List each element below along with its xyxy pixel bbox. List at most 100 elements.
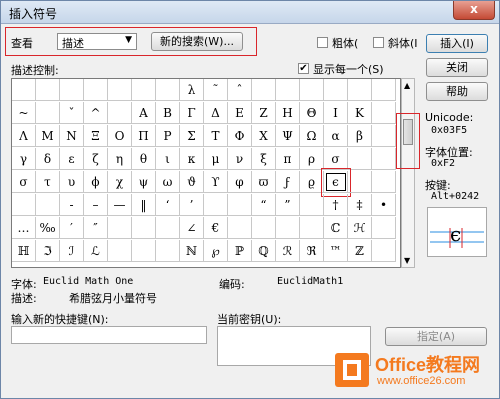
symbol-cell[interactable]: Ξ <box>84 125 108 147</box>
symbol-grid[interactable]: λ ˜ ˆ ~ ˇ ^ A B Γ Δ E Z H Θ I K Λ M N Ξ O Π P Σ T Φ X Ψ Ωα β γ δ ε ζ η θ ι κ μ… <box>11 78 401 268</box>
symbol-cell[interactable]: η <box>108 148 132 170</box>
symbol-cell[interactable]: T <box>204 125 228 147</box>
symbol-cell[interactable]: ℍ <box>12 240 36 262</box>
symbol-cell[interactable]: P <box>156 125 180 147</box>
symbol-cell[interactable] <box>132 79 156 101</box>
symbol-cell[interactable] <box>348 79 372 101</box>
symbol-cell[interactable]: Σ <box>180 125 204 147</box>
symbol-cell[interactable] <box>36 194 60 216</box>
symbol-cell[interactable]: ‘ <box>156 194 180 216</box>
symbol-cell[interactable]: X <box>252 125 276 147</box>
symbol-cell[interactable]: λ <box>180 79 204 101</box>
symbol-cell[interactable]: χ <box>108 171 132 193</box>
symbol-cell[interactable] <box>372 148 396 170</box>
symbol-cell[interactable]: ω <box>156 171 180 193</box>
symbol-cell[interactable]: B <box>156 102 180 124</box>
symbol-cell[interactable] <box>252 79 276 101</box>
symbol-cell[interactable]: ℜ <box>300 240 324 262</box>
symbol-cell[interactable]: ′ <box>60 217 84 239</box>
symbol-cell[interactable] <box>276 79 300 101</box>
symbol-cell[interactable]: ˆ <box>228 79 252 101</box>
symbol-cell[interactable]: ℂ <box>324 217 348 239</box>
symbol-cell[interactable]: ϝ <box>276 171 300 193</box>
symbol-cell[interactable]: σ <box>12 171 36 193</box>
symbol-cell[interactable]: • <box>372 194 396 216</box>
symbol-cell[interactable]: ψ <box>132 171 156 193</box>
symbol-cell[interactable] <box>372 171 396 193</box>
symbol-cell[interactable]: ℚ <box>252 240 276 262</box>
symbol-cell[interactable]: ™ <box>324 240 348 262</box>
symbol-cell[interactable]: ℙ <box>228 240 252 262</box>
symbol-cell[interactable] <box>348 171 372 193</box>
symbol-cell[interactable]: ‡ <box>348 194 372 216</box>
help-button[interactable]: 帮助 <box>426 82 488 101</box>
symbol-cell[interactable]: φ <box>228 171 252 193</box>
symbol-cell[interactable]: ζ <box>84 148 108 170</box>
italic-checkbox[interactable] <box>373 37 384 48</box>
symbol-cell[interactable] <box>12 79 36 101</box>
symbol-cell[interactable]: ℐ <box>60 240 84 262</box>
symbol-cell[interactable]: Π <box>132 125 156 147</box>
symbol-cell[interactable] <box>300 79 324 101</box>
symbol-cell[interactable]: † <box>324 194 348 216</box>
symbol-cell[interactable] <box>12 194 36 216</box>
symbol-cell[interactable] <box>300 194 324 216</box>
symbol-cell[interactable]: Ω <box>300 125 324 147</box>
symbol-cell[interactable]: H <box>276 102 300 124</box>
symbol-cell[interactable]: Ψ <box>276 125 300 147</box>
symbol-cell[interactable]: ’ <box>180 194 204 216</box>
symbol-cell[interactable] <box>372 79 396 101</box>
show-each-checkbox[interactable]: ✔ <box>298 63 309 74</box>
symbol-cell[interactable]: ι <box>156 148 180 170</box>
insert-button[interactable]: 插入(I) <box>426 34 488 53</box>
symbol-cell[interactable] <box>108 217 132 239</box>
symbol-cell[interactable] <box>108 79 132 101</box>
symbol-cell[interactable]: N <box>60 125 84 147</box>
symbol-cell[interactable]: κ <box>180 148 204 170</box>
symbol-cell[interactable]: γ <box>12 148 36 170</box>
symbol-cell[interactable]: ℑ <box>36 240 60 262</box>
symbol-cell[interactable] <box>300 217 324 239</box>
symbol-cell[interactable] <box>204 194 228 216</box>
new-search-button[interactable]: 新的搜索(W)... <box>151 32 243 51</box>
symbol-cell[interactable] <box>132 217 156 239</box>
symbol-cell[interactable] <box>132 240 156 262</box>
symbol-cell[interactable]: ^ <box>84 102 108 124</box>
symbol-cell[interactable]: I <box>324 102 348 124</box>
symbol-cell[interactable]: σ <box>324 148 348 170</box>
symbol-cell[interactable]: ℘ <box>204 240 228 262</box>
symbol-cell[interactable] <box>228 217 252 239</box>
symbol-cell[interactable] <box>60 79 84 101</box>
symbol-cell[interactable]: τ <box>36 171 60 193</box>
symbol-cell[interactable]: ℒ <box>84 240 108 262</box>
symbol-cell[interactable]: Δ <box>204 102 228 124</box>
symbol-cell[interactable]: ∠ <box>180 217 204 239</box>
symbol-cell[interactable] <box>276 217 300 239</box>
symbol-cell[interactable]: ˜ <box>204 79 228 101</box>
symbol-cell[interactable] <box>324 79 348 101</box>
view-select[interactable]: 描述 ▼ <box>57 33 137 50</box>
symbol-cell[interactable] <box>156 217 180 239</box>
symbol-cell[interactable]: Z <box>252 102 276 124</box>
symbol-cell[interactable]: ‰ <box>36 217 60 239</box>
symbol-cell[interactable]: E <box>228 102 252 124</box>
close-button[interactable]: 关闭 <box>426 58 488 77</box>
symbol-cell[interactable]: “ <box>252 194 276 216</box>
symbol-cell[interactable]: ˇ <box>60 102 84 124</box>
symbol-cell[interactable] <box>372 240 396 262</box>
symbol-cell[interactable]: θ <box>132 148 156 170</box>
symbol-cell[interactable]: ” <box>276 194 300 216</box>
symbol-cell[interactable] <box>156 79 180 101</box>
symbol-cell[interactable] <box>372 102 396 124</box>
symbol-cell[interactable]: € <box>204 217 228 239</box>
symbol-cell[interactable]: ℤ <box>348 240 372 262</box>
symbol-cell[interactable] <box>228 194 252 216</box>
symbol-cell[interactable]: A <box>132 102 156 124</box>
symbol-cell[interactable]: - <box>60 194 84 216</box>
symbol-cell[interactable]: ~ <box>12 102 36 124</box>
symbol-cell[interactable]: π <box>276 148 300 170</box>
symbol-cell[interactable] <box>108 240 132 262</box>
symbol-cell[interactable]: … <box>12 217 36 239</box>
symbol-cell[interactable] <box>252 217 276 239</box>
symbol-cell[interactable]: δ <box>36 148 60 170</box>
